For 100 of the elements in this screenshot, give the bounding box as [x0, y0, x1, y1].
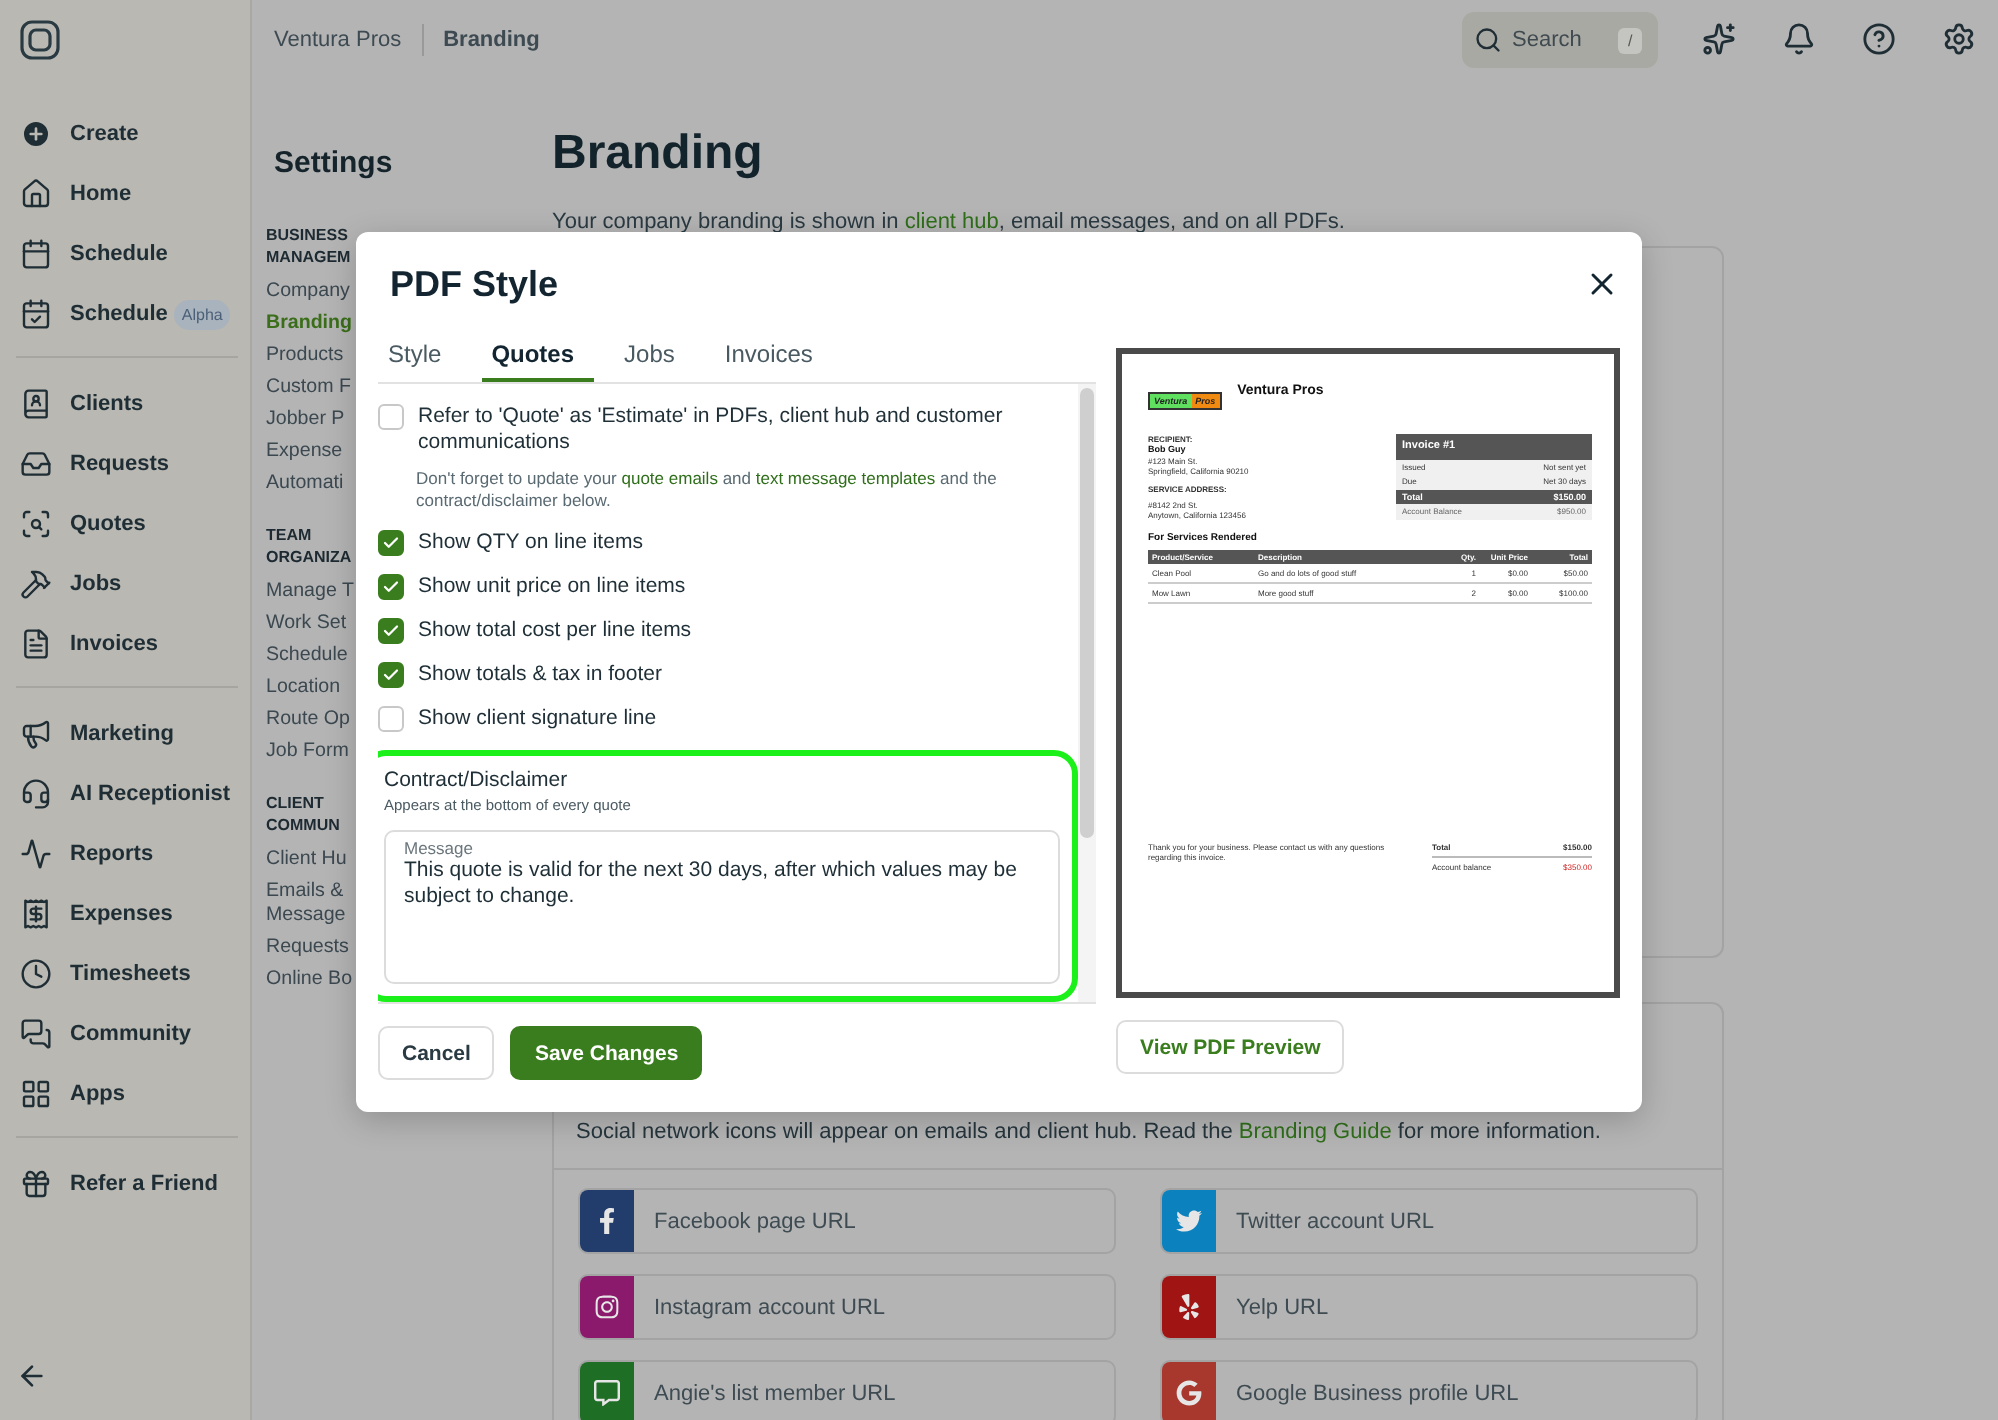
home-icon — [20, 178, 52, 210]
checkbox[interactable] — [378, 530, 404, 556]
logo-icon[interactable] — [20, 20, 60, 60]
settings-link[interactable]: Jobber P — [266, 404, 356, 436]
magnifier-icon — [20, 508, 52, 540]
sidebar-item[interactable]: Expenses — [16, 884, 238, 944]
section-heading: BUSINESS MANAGEM — [266, 224, 353, 268]
sidebar-item[interactable]: Schedule Alpha — [16, 284, 238, 344]
settings-link[interactable]: Expense — [266, 436, 356, 468]
field-label: Message — [404, 838, 475, 858]
sidebar-item[interactable]: Create — [16, 104, 238, 164]
checkbox[interactable] — [378, 574, 404, 600]
url-input[interactable]: Yelp URL — [1216, 1276, 1696, 1338]
check-icon — [382, 666, 400, 684]
option-label: Show unit price on line items — [418, 574, 686, 600]
calendar-icon — [20, 238, 52, 270]
save-button[interactable]: Save Changes — [510, 1026, 703, 1080]
grid-icon — [20, 1078, 52, 1110]
url-input[interactable]: Twitter account URL — [1216, 1190, 1696, 1252]
contact-book-icon — [20, 388, 52, 420]
collapse-button[interactable] — [16, 1360, 48, 1392]
settings-link[interactable]: Company — [266, 276, 356, 308]
hammer-icon — [20, 568, 52, 600]
dialog-title: PDF Style — [390, 263, 559, 305]
section-heading: TEAM ORGANIZA — [266, 524, 354, 568]
sidebar-item[interactable]: Invoices — [16, 614, 238, 674]
shortcut-key: / — [1618, 27, 1643, 53]
url-field[interactable]: Yelp URL — [1160, 1274, 1698, 1340]
breadcrumb-link[interactable]: Ventura Pros — [274, 28, 402, 52]
url-field[interactable]: Facebook page URL — [578, 1188, 1116, 1254]
settings-link[interactable]: Location — [266, 672, 356, 704]
settings-link[interactable]: Custom F — [266, 372, 356, 404]
pulse-icon — [20, 838, 52, 870]
checkbox[interactable] — [378, 662, 404, 688]
tab[interactable]: Style — [378, 336, 462, 382]
tab[interactable]: Invoices — [714, 336, 833, 382]
create-icon — [20, 118, 52, 150]
sidebar-item[interactable]: Community — [16, 1004, 238, 1064]
settings-link[interactable]: Online Bo — [266, 964, 356, 996]
url-input[interactable]: Facebook page URL — [634, 1190, 1114, 1252]
cancel-button[interactable]: Cancel — [378, 1026, 495, 1080]
sidebar-item[interactable]: Timesheets — [16, 944, 238, 1004]
intro-text: Your company branding is shown in client hub, email messages, and on all PDFs. — [552, 210, 1347, 234]
url-input[interactable]: Instagram account URL — [634, 1276, 1114, 1338]
scrollbar[interactable] — [1078, 384, 1096, 1002]
settings-link[interactable]: Client Hu — [266, 844, 356, 876]
sidebar-item[interactable]: Requests — [16, 434, 238, 494]
sidebar-item[interactable]: Refer a Friend — [16, 1154, 238, 1214]
option-label: Show QTY on line items — [418, 530, 643, 556]
headset-icon — [20, 778, 52, 810]
message-text: This quote is valid for the next 30 days, after which values may be subject to change. — [404, 858, 1019, 910]
message-field[interactable]: Message This quote is valid for the next 30 days, after which values may be subject to change. — [384, 830, 1060, 984]
inbox-icon — [20, 448, 52, 480]
settings-link[interactable]: Schedule — [266, 640, 356, 672]
notifications-icon[interactable] — [1782, 22, 1818, 58]
view-preview-button[interactable]: View PDF Preview — [1116, 1020, 1345, 1074]
settings-link[interactable]: Automati — [266, 468, 356, 500]
sidebar-item[interactable]: Marketing — [16, 704, 238, 764]
checkbox[interactable] — [378, 404, 404, 430]
tab[interactable]: Quotes — [481, 336, 595, 382]
settings-link[interactable]: Products — [266, 340, 356, 372]
sidebar-item[interactable]: Quotes — [16, 494, 238, 554]
social-note: Social network icons will appear on emails and client hub. Read the Branding Guide for more information. — [554, 1120, 1722, 1170]
settings-link[interactable]: Route Op — [266, 704, 356, 736]
sidebar-item[interactable]: Apps — [16, 1064, 238, 1124]
search-input[interactable]: Search — [1512, 28, 1608, 52]
clock-icon — [20, 958, 52, 990]
sidebar-item[interactable]: Home — [16, 164, 238, 224]
sidebar-item[interactable]: Schedule — [16, 224, 238, 284]
tab[interactable]: Jobs — [614, 336, 695, 382]
url-field[interactable]: Instagram account URL — [578, 1274, 1116, 1340]
settings-title: Settings — [274, 146, 395, 180]
text-link[interactable]: quote emails — [621, 468, 718, 488]
sidebar-item[interactable]: Reports — [16, 824, 238, 884]
check-icon — [382, 534, 400, 552]
sidebar-item[interactable]: AI Receptionist — [16, 764, 238, 824]
option-label: Refer to 'Quote' as 'Estimate' in PDFs, client hub and customer communications — [418, 404, 1005, 456]
sidebar-item[interactable]: Jobs — [16, 554, 238, 614]
sparkle-icon[interactable] — [1702, 22, 1738, 58]
settings-link[interactable]: Job Form — [266, 736, 356, 768]
settings-link[interactable]: Emails & Message — [266, 876, 356, 932]
text-link[interactable]: text message templates — [755, 468, 936, 488]
settings-link[interactable]: Manage T — [266, 576, 356, 608]
settings-link[interactable]: Requests — [266, 932, 356, 964]
checkbox[interactable] — [378, 618, 404, 644]
document-icon — [20, 628, 52, 660]
breadcrumb-current: Branding — [443, 28, 540, 52]
checkbox[interactable] — [378, 706, 404, 732]
page-title: Branding — [552, 126, 765, 182]
url-field[interactable]: Twitter account URL — [1160, 1188, 1698, 1254]
section-heading: CLIENT COMMUN — [266, 792, 342, 836]
help-icon[interactable] — [1862, 22, 1898, 58]
option-label: Show client signature line — [418, 706, 657, 732]
settings-icon[interactable] — [1942, 22, 1978, 58]
settings-link[interactable]: Work Set — [266, 608, 356, 640]
option-label: Show totals & tax in footer — [418, 662, 662, 688]
calendar-check-icon — [20, 298, 52, 330]
alpha-badge: Alpha — [173, 299, 231, 329]
search-field[interactable]: Search / — [1462, 12, 1658, 68]
sidebar-item[interactable]: Clients — [16, 374, 238, 434]
